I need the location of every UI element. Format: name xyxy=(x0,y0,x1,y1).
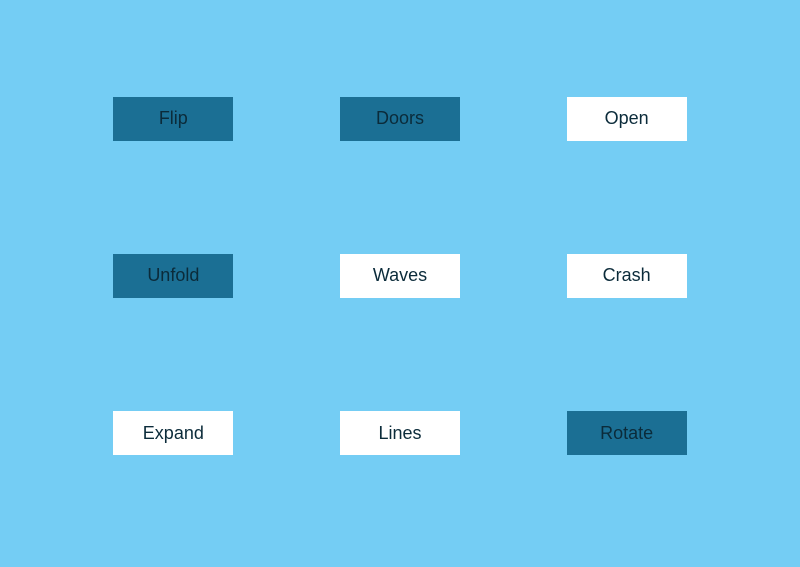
rotate-button[interactable]: Rotate xyxy=(567,411,687,455)
button-grid: Flip Doors Open Unfold Waves Crash Expan… xyxy=(0,0,800,567)
waves-button[interactable]: Waves xyxy=(340,254,460,298)
crash-button[interactable]: Crash xyxy=(567,254,687,298)
unfold-button[interactable]: Unfold xyxy=(113,254,233,298)
lines-button[interactable]: Lines xyxy=(340,411,460,455)
expand-button[interactable]: Expand xyxy=(113,411,233,455)
doors-button[interactable]: Doors xyxy=(340,97,460,141)
open-button[interactable]: Open xyxy=(567,97,687,141)
flip-button[interactable]: Flip xyxy=(113,97,233,141)
